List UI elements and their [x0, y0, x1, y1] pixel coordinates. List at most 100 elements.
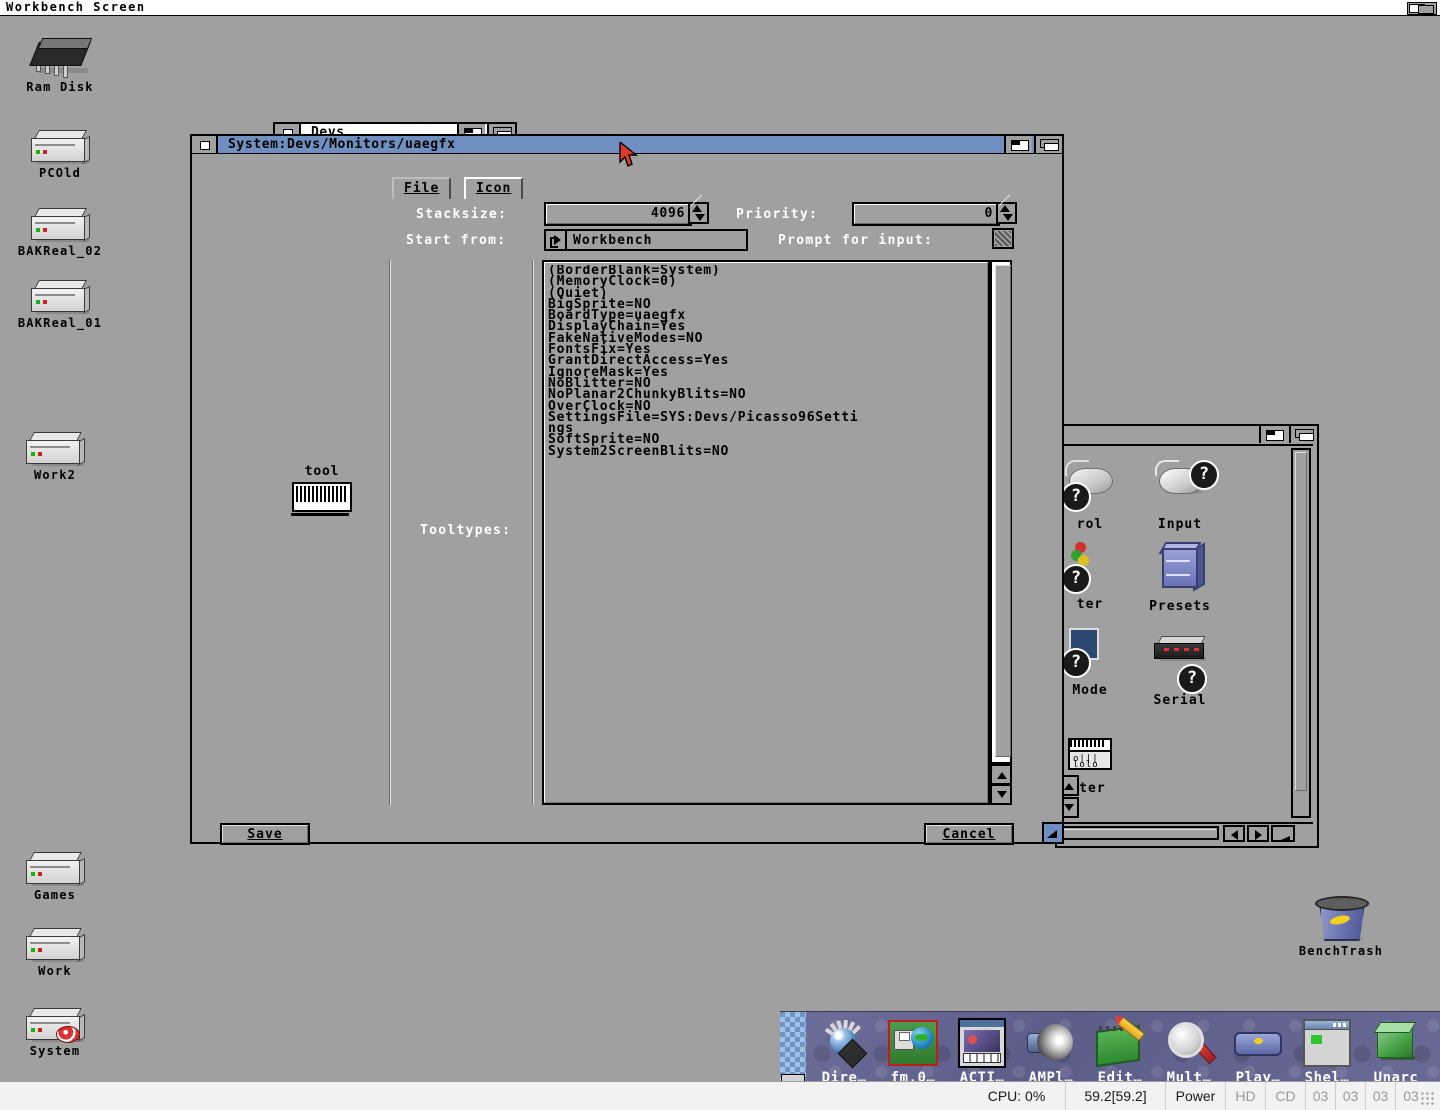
dock-item-unarc[interactable]: Unarc: [1362, 1016, 1430, 1086]
prefs-icon-presets[interactable]: Presets: [1137, 540, 1223, 614]
mouse-pointer: [619, 142, 638, 167]
drive-icon: [5, 194, 115, 243]
priority-input[interactable]: 0: [852, 202, 1000, 226]
scrollbar-track[interactable]: [990, 260, 1012, 764]
status-drive-2: 03: [1366, 1082, 1396, 1110]
tooltype-row[interactable]: System2ScreenBlits=NO: [548, 443, 968, 459]
dock-item-directory-opus[interactable]: Dire…: [810, 1016, 878, 1086]
resize-grip-icon[interactable]: [1420, 1091, 1436, 1107]
dock-item-multiview[interactable]: Mult…: [1155, 1016, 1223, 1086]
prefs-resize-gadget[interactable]: [1271, 825, 1295, 842]
question-mark-badge: ?: [1061, 648, 1091, 678]
tooltypes-label: Tooltypes:: [420, 523, 512, 538]
stacksize-label: Stacksize:: [416, 207, 508, 222]
icon-label: Work2: [33, 468, 77, 482]
unarc-icon: [1362, 1016, 1430, 1070]
tooltypes-scrollbar[interactable]: [990, 260, 1012, 805]
tooltypes-listview[interactable]: (BorderBlank=System) (MemoryClock=0) (Qu…: [542, 260, 990, 805]
scroll-down-button[interactable]: [990, 784, 1012, 805]
tab-icon[interactable]: Icon: [464, 177, 524, 199]
prefs-horizontal-scrollbar[interactable]: [1059, 826, 1219, 840]
save-button-label: Save: [247, 826, 283, 842]
icon-label: Games: [33, 888, 77, 902]
desktop-icon-system[interactable]: System: [0, 994, 110, 1058]
prefs-window[interactable]: ? rol ? Input ? ter Presets ? Mode ? Ser…: [1055, 424, 1319, 848]
cancel-button[interactable]: Cancel: [924, 823, 1014, 845]
prefs-icon-serial[interactable]: ? Serial: [1137, 626, 1223, 708]
desktop-icon-games[interactable]: Games: [0, 838, 110, 902]
panel-divider-left: [389, 260, 391, 805]
dock-item-player[interactable]: Play…: [1224, 1016, 1292, 1086]
priority-stepper[interactable]: [996, 194, 1022, 224]
prefs-vertical-scrollbar[interactable]: [1291, 448, 1311, 818]
priority-label: Priority:: [736, 207, 819, 222]
desktop-icon-benchtrash[interactable]: BenchTrash: [1286, 890, 1396, 958]
workbench-screen-titlebar: Workbench Screen: [0, 0, 1440, 16]
desktop-icon-bakreal-02[interactable]: BAKReal_02: [5, 194, 115, 258]
panel-divider-right: [532, 260, 534, 805]
icon-information-window[interactable]: System:Devs/Monitors/uaegfx File Icon St…: [190, 134, 1064, 845]
status-cpu: CPU: 0%: [968, 1082, 1066, 1110]
tab-icon-label: Icon: [476, 181, 512, 196]
scrollbar-knob[interactable]: [995, 265, 1011, 757]
priority-value: 0: [984, 206, 993, 221]
tooltype-row[interactable]: SettingsFile=SYS:Devs/Picasso96Setti: [548, 411, 968, 424]
info-window-title: System:Devs/Monitors/uaegfx: [228, 137, 456, 152]
dock-item-action[interactable]: ACTI…: [948, 1016, 1016, 1086]
tooltype-row[interactable]: (MemoryClock=0): [548, 275, 968, 288]
zoom-gadget[interactable]: [1034, 136, 1062, 153]
desktop-icon-work[interactable]: Work: [0, 914, 110, 978]
desktop-icon-ram-disk[interactable]: Ram Disk: [5, 30, 115, 94]
desktop-icon-work2[interactable]: Work2: [0, 418, 110, 482]
prefs-window-titlebar[interactable]: [1057, 426, 1317, 443]
prefs-scroll-left-button[interactable]: [1223, 825, 1245, 842]
player-icon: [1224, 1016, 1292, 1070]
tooltypes-list[interactable]: (BorderBlank=System) (MemoryClock=0) (Qu…: [548, 265, 968, 801]
screen-depth-gadget[interactable]: [1407, 2, 1437, 15]
icon-label: BAKReal_02: [17, 244, 103, 258]
info-window-content: File Icon Stacksize: 4096 Priority: 0 St…: [192, 154, 1058, 845]
depth-gadget[interactable]: [1004, 136, 1032, 153]
dock-item-editor[interactable]: Edit…: [1086, 1016, 1154, 1086]
drive-icon: [0, 838, 110, 887]
icon-label: System: [29, 1044, 81, 1058]
question-mark-badge: ?: [1061, 564, 1091, 594]
prefs-scroll-right-button[interactable]: [1247, 825, 1269, 842]
prefs-icon-input[interactable]: ? Input: [1137, 454, 1223, 532]
status-hd: HD: [1226, 1082, 1266, 1110]
scroll-up-button[interactable]: [990, 764, 1012, 785]
stacksize-stepper[interactable]: [688, 194, 714, 224]
tool-icon-block[interactable]: tool: [277, 464, 367, 516]
info-window-resize-gadget[interactable]: [1042, 822, 1062, 842]
dock-item-fm[interactable]: fm.0…: [879, 1016, 947, 1086]
save-button[interactable]: Save: [220, 823, 310, 845]
question-mark-badge: ?: [1177, 664, 1207, 694]
tooltype-text: System2ScreenBlits=NO: [548, 443, 730, 459]
desktop-icon-bakreal-01[interactable]: BAKReal_01: [5, 266, 115, 330]
workbench-desktop[interactable]: Ram Disk PCOld BAKReal_02 BAKReal_01 Wor…: [0, 16, 1440, 1098]
prompt-for-input-label: Prompt for input:: [778, 233, 934, 248]
start-from-cycle-gadget[interactable]: Workbench: [544, 229, 748, 251]
status-drive-0: 03: [1306, 1082, 1336, 1110]
mouse-icon: ?: [1137, 460, 1223, 516]
close-gadget[interactable]: [192, 136, 218, 153]
stacksize-input[interactable]: 4096: [544, 202, 692, 226]
zoom-gadget[interactable]: [1289, 426, 1317, 443]
directory-opus-icon: [810, 1016, 878, 1070]
dock-item-shell[interactable]: Shel…: [1293, 1016, 1361, 1086]
dock-item-ampl[interactable]: AMPl…: [1017, 1016, 1085, 1086]
prefs-window-content[interactable]: ? rol ? Input ? ter Presets ? Mode ? Ser…: [1057, 444, 1313, 842]
magnifier-icon: [1155, 1016, 1223, 1070]
tab-file[interactable]: File: [392, 177, 452, 199]
drive-icon: [0, 914, 110, 963]
status-power: Power: [1166, 1082, 1226, 1110]
amplifier-icon: [1017, 1016, 1085, 1070]
prompt-for-input-checkbox[interactable]: [992, 228, 1014, 249]
icon-label: Work: [38, 964, 72, 978]
depth-gadget[interactable]: [1259, 426, 1287, 443]
drive-icon: [5, 266, 115, 315]
filemanager-icon: [879, 1016, 947, 1070]
desktop-icon-pcold[interactable]: PCOld: [5, 116, 115, 180]
status-drive-1: 03: [1336, 1082, 1366, 1110]
editor-icon: [1086, 1016, 1154, 1070]
